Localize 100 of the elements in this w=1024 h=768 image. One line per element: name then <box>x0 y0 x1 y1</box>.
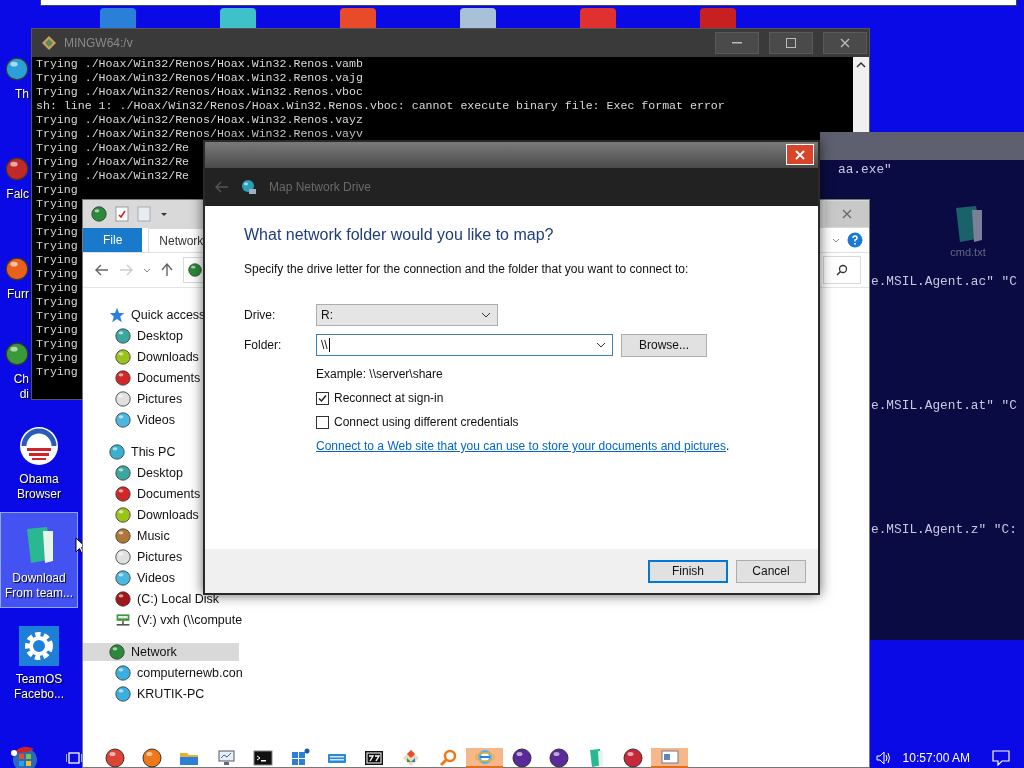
terminal-line: Trying ./Hoax/Win32/Renos/Hoax.Win32.Renos.vamb <box>36 57 363 71</box>
close-icon <box>839 37 851 49</box>
app-icon <box>42 36 56 50</box>
terminal-line: Trying <box>36 337 78 351</box>
sidebar-item[interactable]: Downloads <box>83 506 239 524</box>
period-text: . <box>726 439 730 453</box>
close-button[interactable] <box>823 32 867 54</box>
sidebar-item[interactable]: (V:) vxh (\\compute <box>83 611 247 629</box>
cancel-button[interactable]: Cancel <box>736 559 806 583</box>
terminal-line: Trying <box>36 323 78 337</box>
terminal-line: Trying <box>36 365 78 379</box>
notification-icon[interactable] <box>992 750 1010 766</box>
search-field[interactable] <box>823 256 861 284</box>
sidebar-item[interactable]: Videos <box>83 569 239 587</box>
terminal-line: Trying ./Hoax/Win32/Renos/Hoax.Win32.Renos.vayz <box>36 113 363 127</box>
search-icon <box>836 264 848 276</box>
desktop-shortcut[interactable]: Obama Browser <box>0 412 78 508</box>
console-line: aa.exe" <box>838 162 893 178</box>
desktop-shortcut[interactable]: Th <box>0 12 30 108</box>
magnifier-icon[interactable] <box>437 748 458 768</box>
sidebar-item[interactable]: Documents <box>83 485 239 503</box>
clock-text[interactable]: 10:57:00 AM <box>902 751 970 765</box>
terminal-line: Trying ./Hoax/Win32/Renos/Hoax.Win32.Renos.vayv <box>36 127 363 141</box>
terminal-line: Trying ./Hoax/Win32/Renos/Hoax.Win32.Renos.vajg <box>36 71 363 85</box>
terminal-line: Trying ./Hoax/Win32/Re <box>36 155 190 169</box>
tiles-icon[interactable] <box>289 748 310 768</box>
desktop-shortcut[interactable]: Download From team... <box>0 512 78 608</box>
sidebar-item[interactable]: KRUTIK-PC <box>83 685 239 703</box>
speaker-icon[interactable] <box>874 750 893 766</box>
drive-dropdown[interactable]: R: <box>316 304 498 326</box>
terminal-line: Trying <box>36 183 78 197</box>
desktop-shortcut[interactable]: Furr <box>0 212 30 308</box>
terminal-line: Trying <box>36 225 78 239</box>
chevron-icon[interactable] <box>143 266 151 274</box>
field-label: Drive: <box>244 308 277 322</box>
checkbox[interactable] <box>316 415 329 429</box>
browse-button[interactable]: Browse... <box>621 333 707 357</box>
sidebar-item[interactable]: (C:) Local Disk <box>83 590 239 608</box>
ball-icon <box>91 206 107 222</box>
terminal-line: Trying <box>36 239 78 253</box>
terminal-line: Trying <box>36 253 78 267</box>
desktop-shortcut[interactable]: Ch di <box>0 312 30 408</box>
up-arrow-icon[interactable] <box>161 263 173 277</box>
app-icon[interactable] <box>220 8 256 30</box>
terminal-line: Trying ./Hoax/Win32/Re <box>36 141 190 155</box>
example-text: Example: \\server\share <box>316 367 444 381</box>
caret-icon <box>481 312 491 318</box>
app-icon[interactable] <box>100 8 136 30</box>
window-icon[interactable] <box>659 747 680 767</box>
finish-button[interactable]: Finish <box>648 559 728 583</box>
sidebar-item[interactable]: Videos <box>83 411 239 429</box>
dialog-title: Map Network Drive <box>269 180 372 194</box>
instruction-text: Specify the drive letter for the connection and the folder that you want to connect to: <box>244 262 690 276</box>
checkbox-label: Connect using different credentials <box>334 415 519 429</box>
desktop-shortcut[interactable]: TeamOS Facebo... <box>0 612 78 708</box>
terminal-line: Trying <box>36 281 78 295</box>
console-icon[interactable] <box>252 748 273 768</box>
network-drive-icon <box>241 179 257 195</box>
terminal-line: Trying <box>36 267 78 281</box>
maximize-button[interactable] <box>769 32 813 54</box>
terminal-line: sh: line 1: ./Hoax/Win32/Renos/Hoax.Win32.Renos.vboc: cannot execute binary file: Exec format error <box>36 99 725 113</box>
checkbox[interactable] <box>316 391 329 405</box>
field-label: Folder: <box>244 338 283 352</box>
properties-icon[interactable] <box>115 206 129 222</box>
desktop-shortcut[interactable]: Falc <box>0 112 30 208</box>
sidebar-item[interactable]: Pictures <box>83 548 239 566</box>
folder-combo-field[interactable]: \\ <box>316 334 613 356</box>
sidebar-item[interactable]: computernewb.con <box>83 664 247 682</box>
sidebar-item[interactable]: This PC <box>83 443 239 461</box>
file-label: cmd.txt <box>950 246 986 258</box>
app-icon[interactable] <box>340 8 376 30</box>
console-line: e.MSIL.Agent.at" "C <box>871 398 1017 414</box>
terminal-line: Trying ./Hoax/Win32/Renos/Hoax.Win32.Renos.vboc <box>36 85 363 99</box>
gear-icon <box>19 626 59 666</box>
file-menu[interactable]: File <box>83 228 143 252</box>
app-icon[interactable] <box>580 8 616 30</box>
sidebar-item[interactable]: Desktop <box>83 464 239 482</box>
console-line: e.MSIL.Agent.z" "C: <box>871 522 1017 538</box>
window-title: MINGW64:/v <box>64 36 133 50</box>
logo-icon <box>19 426 59 466</box>
help-icon[interactable] <box>847 232 863 248</box>
terminal-line: Trying <box>36 211 78 225</box>
dialog-heading: What network folder would you like to map? <box>244 226 555 244</box>
app-icon[interactable] <box>460 8 496 30</box>
monitor-icon[interactable] <box>215 748 236 768</box>
sidebar-item[interactable]: Network <box>83 643 239 661</box>
task-view-icon[interactable] <box>66 751 82 765</box>
checkbox-label: Reconnect at sign-in <box>334 391 444 405</box>
minimize-icon <box>732 42 742 44</box>
console-line: e.MSIL.Agent.ac" "C <box>871 274 1017 290</box>
caret-icon <box>596 342 606 348</box>
web-site-link[interactable]: Connect to a Web site that you can use to store your documents and pictures <box>316 439 726 453</box>
globe-icon[interactable] <box>474 747 495 767</box>
back-arrow-icon[interactable] <box>95 264 109 276</box>
terminal-line: Trying <box>36 309 78 323</box>
terminal-line: Trying <box>36 351 78 365</box>
terminal-line: Trying ./Hoax/Win32/Re <box>36 169 190 183</box>
sidebar-item[interactable]: Music <box>83 527 239 545</box>
terminal-line: Trying <box>36 197 78 211</box>
close-icon <box>794 148 806 161</box>
